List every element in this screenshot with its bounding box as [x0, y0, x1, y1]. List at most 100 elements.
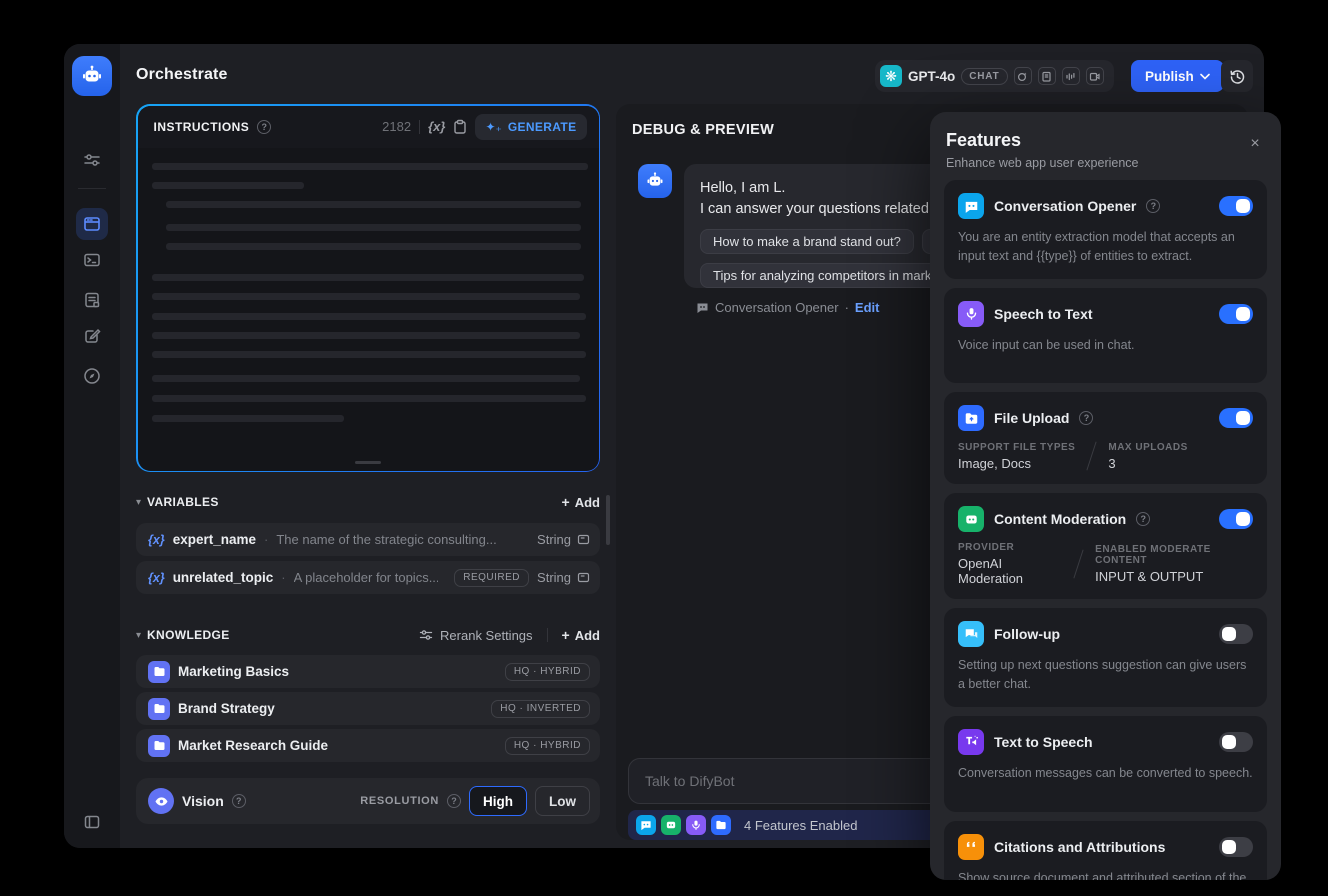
version-history-button[interactable] [1221, 60, 1253, 92]
upload-feature-icon [711, 815, 731, 835]
opener-chat-icon [697, 303, 708, 313]
insert-variable-icon[interactable]: {x} [428, 119, 445, 134]
orchestrate-nav-icon[interactable] [76, 208, 108, 240]
rerank-settings-button[interactable]: Rerank Settings [419, 628, 533, 643]
instructions-help-icon[interactable]: ? [257, 119, 272, 134]
terminal-nav-icon[interactable] [76, 244, 108, 276]
help-icon[interactable]: ? [1146, 199, 1161, 213]
content-moderation-toggle[interactable] [1219, 509, 1253, 530]
app-logo-robot-icon[interactable] [72, 56, 112, 96]
resolution-high-button[interactable]: High [469, 786, 527, 816]
publish-button[interactable]: Publish [1131, 60, 1224, 92]
chevron-down-icon[interactable]: ▾ [136, 630, 141, 641]
knowledge-name: Marketing Basics [178, 664, 290, 679]
conversation-opener-toggle[interactable] [1219, 196, 1253, 216]
screen: Orchestrate ❋ GPT-4o CHAT Publish INSTRU… [0, 0, 1328, 896]
monitoring-compass-nav-icon[interactable] [76, 360, 108, 392]
opener-feature-icon [636, 815, 656, 835]
knowledge-row[interactable]: Marketing Basics HQ · HYBRID [136, 655, 600, 688]
knowledge-title: KNOWLEDGE [147, 628, 230, 642]
knowledge-folder-icon [148, 660, 170, 683]
file-upload-icon [958, 405, 984, 432]
knowledge-header: ▾ KNOWLEDGE Rerank Settings + Add [136, 624, 600, 646]
instructions-card: INSTRUCTIONS ? 2182 {x} ✦₊ GENERATE [136, 104, 600, 472]
speech-to-text-toggle[interactable] [1219, 303, 1253, 324]
citations-toggle[interactable] [1219, 836, 1253, 857]
variables-title: VARIABLES [147, 495, 219, 509]
variable-type: String [537, 570, 571, 585]
feature-description: Setting up next questions suggestion can… [958, 658, 1247, 691]
resize-handle[interactable] [355, 460, 381, 464]
scrollbar-thumb[interactable] [606, 495, 610, 545]
suggested-question-chip[interactable]: Tips for analyzing competitors in market [700, 263, 956, 288]
features-enabled-label: 4 Features Enabled [744, 817, 858, 833]
feature-description: You are an entity extraction model that … [958, 230, 1235, 263]
feature-card-file-upload: File Upload ? SUPPORT FILE TYPES Image, … [944, 392, 1267, 485]
opener-label: Conversation Opener [715, 300, 839, 315]
variable-row[interactable]: {x} unrelated_topic · A placeholder for … [136, 561, 600, 594]
variable-name: expert_name [172, 532, 256, 547]
knowledge-row[interactable]: Market Research Guide HQ · HYBRID [136, 729, 600, 762]
file-upload-toggle[interactable] [1219, 408, 1253, 429]
model-name: GPT-4o [908, 68, 956, 84]
conversation-opener-icon [958, 193, 984, 219]
add-knowledge-button[interactable]: + Add [562, 627, 600, 643]
plus-icon: + [561, 627, 570, 643]
annotation-nav-icon[interactable] [76, 320, 108, 352]
add-label: Add [574, 627, 600, 643]
feature-description: Conversation messages can be converted t… [958, 765, 1253, 780]
generate-label: GENERATE [507, 119, 577, 134]
variable-token-icon: {x} [148, 532, 165, 547]
rerank-label: Rerank Settings [440, 627, 533, 643]
vision-help-icon[interactable]: ? [231, 794, 246, 808]
citations-icon [958, 833, 984, 860]
knowledge-badge: HQ · HYBRID [504, 736, 590, 755]
page-title: Orchestrate [136, 66, 228, 83]
speech-to-text-icon [958, 300, 984, 327]
plus-icon: + [561, 494, 570, 510]
settings-sliders-icon[interactable] [76, 144, 108, 176]
knowledge-row[interactable]: Brand Strategy HQ · INVERTED [136, 692, 600, 725]
openai-logo-icon: ❋ [880, 65, 902, 87]
follow-up-icon [958, 621, 984, 648]
variable-token-icon: {x} [148, 570, 165, 585]
text-to-speech-icon [958, 728, 984, 755]
add-variable-button[interactable]: + Add [562, 494, 600, 510]
model-capability-vision-icon [1013, 67, 1032, 85]
vision-eye-icon [148, 788, 174, 814]
resolution-help-icon[interactable]: ? [447, 794, 461, 808]
suggested-question-chip[interactable]: How to make a brand stand out? [700, 229, 914, 254]
help-icon[interactable]: ? [1079, 411, 1094, 426]
opener-edit-link[interactable]: Edit [855, 300, 880, 315]
feature-card-speech-to-text: Speech to Text Voice input can be used i… [944, 287, 1267, 384]
variable-description: The name of the strategic consulting... [276, 532, 497, 547]
resolution-low-button[interactable]: Low [535, 786, 590, 816]
resolution-label: RESOLUTION [360, 795, 439, 807]
collapse-panel-icon[interactable] [76, 806, 108, 838]
rail-divider [78, 188, 106, 189]
generate-button[interactable]: ✦₊ GENERATE [475, 113, 587, 140]
help-icon[interactable]: ? [1136, 512, 1151, 527]
close-icon[interactable]: × [1245, 134, 1265, 154]
variable-name: unrelated_topic [172, 570, 274, 585]
input-field-icon [577, 534, 590, 545]
knowledge-name: Market Research Guide [178, 738, 329, 753]
chevron-down-icon [1199, 73, 1210, 80]
knowledge-badge: HQ · HYBRID [504, 662, 590, 681]
logs-document-nav-icon[interactable] [76, 284, 108, 316]
variable-row[interactable]: {x} expert_name · The name of the strate… [136, 523, 600, 556]
publish-label: Publish [1145, 68, 1194, 84]
instructions-title: INSTRUCTIONS [153, 119, 250, 134]
model-selector[interactable]: ❋ GPT-4o CHAT [875, 60, 1114, 92]
input-field-icon [577, 572, 590, 583]
text-to-speech-toggle[interactable] [1219, 731, 1253, 752]
vision-row: Vision ? RESOLUTION ? High Low [136, 778, 600, 824]
content-moderation-icon [958, 506, 984, 533]
features-panel: Features Enhance web app user experience… [930, 112, 1281, 880]
copy-clipboard-icon[interactable] [453, 119, 467, 134]
follow-up-toggle[interactable] [1219, 624, 1253, 645]
variable-type: String [537, 532, 571, 547]
chevron-down-icon[interactable]: ▾ [136, 497, 141, 508]
variables-header: ▾ VARIABLES + Add [136, 491, 600, 513]
rerank-sliders-icon [419, 630, 433, 640]
